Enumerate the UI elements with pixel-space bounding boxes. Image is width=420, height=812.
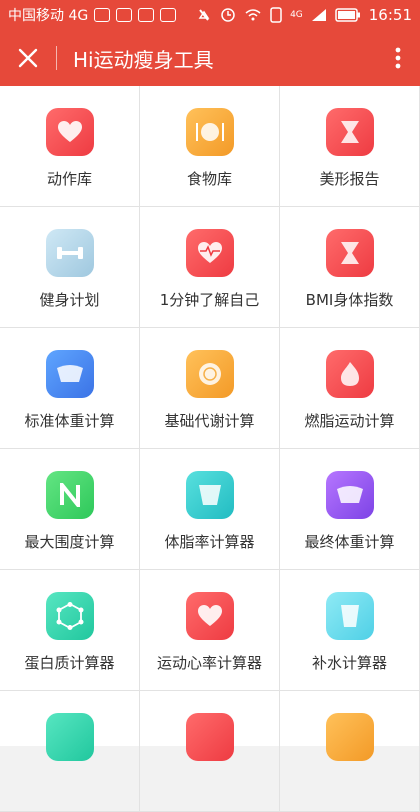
- tool-partial[interactable]: [0, 691, 140, 812]
- wifi-icon: [245, 9, 261, 21]
- tool-hydration[interactable]: 补水计算器: [280, 570, 420, 691]
- water-glass-icon: [325, 592, 374, 640]
- hourglass-icon: [325, 229, 374, 277]
- more-options-button[interactable]: [376, 30, 420, 86]
- tool-label: 1分钟了解自己: [159, 291, 260, 309]
- tool-label: 标准体重计算: [24, 412, 115, 430]
- sim-icon: [270, 7, 282, 23]
- tool-label: 补水计算器: [311, 654, 387, 672]
- tool-label: 运动心率计算器: [156, 654, 262, 672]
- tool-label: 蛋白质计算器: [24, 654, 115, 672]
- app-bar-divider: [56, 46, 57, 70]
- tool-basal-metabolism[interactable]: 基础代谢计算: [140, 328, 280, 449]
- tool-fat-burn-exercise[interactable]: 燃脂运动计算: [280, 328, 420, 449]
- tool-partial[interactable]: [140, 691, 280, 812]
- tool-label: 食物库: [186, 170, 232, 188]
- tool-label: 健身计划: [39, 291, 100, 309]
- partial-icon: [45, 713, 94, 761]
- n-icon: [45, 471, 94, 519]
- lemon-icon: [185, 350, 234, 398]
- tool-standard-weight[interactable]: 标准体重计算: [0, 328, 140, 449]
- tools-grid: 动作库 食物库 美形报告 健身计划 1分钟了解自己 BMI身体指数 标准体重计算…: [0, 86, 420, 812]
- tool-body-fat[interactable]: 体脂率计算器: [140, 449, 280, 570]
- close-icon: [18, 48, 38, 68]
- photo-icon: [138, 8, 155, 22]
- mute-icon: [198, 9, 210, 21]
- app-bar: Hi运动瘦身工具: [0, 30, 420, 86]
- clock: 16:51: [368, 6, 412, 24]
- tool-exercise-heart-rate[interactable]: 运动心率计算器: [140, 570, 280, 691]
- image-icon: [94, 8, 111, 22]
- tool-food-library[interactable]: 食物库: [140, 86, 280, 207]
- tool-label: 美形报告: [319, 170, 380, 188]
- tool-know-yourself[interactable]: 1分钟了解自己: [140, 207, 280, 328]
- tool-protein[interactable]: 蛋白质计算器: [0, 570, 140, 691]
- close-button[interactable]: [0, 30, 56, 86]
- scale-icon: [45, 350, 94, 398]
- tool-bmi[interactable]: BMI身体指数: [280, 207, 420, 328]
- message-icon: [116, 8, 133, 22]
- signal-icon: [311, 9, 326, 21]
- flame-icon: [325, 350, 374, 398]
- tool-final-weight[interactable]: 最终体重计算: [280, 449, 420, 570]
- plate-icon: [185, 108, 234, 156]
- hourglass-icon: [325, 108, 374, 156]
- alarm-icon: [221, 8, 235, 22]
- tool-shape-report[interactable]: 美形报告: [280, 86, 420, 207]
- molecule-icon: [45, 592, 94, 640]
- signal-label: 4G: [290, 10, 303, 20]
- tool-partial[interactable]: [280, 691, 420, 812]
- tool-max-girth[interactable]: 最大围度计算: [0, 449, 140, 570]
- notification-icon: [160, 8, 177, 22]
- tool-label: 动作库: [46, 170, 92, 188]
- battery-icon: [335, 8, 360, 22]
- heart-rate-icon: [185, 592, 234, 640]
- heart-monitor-icon: [185, 229, 234, 277]
- tool-label: 燃脂运动计算: [304, 412, 395, 430]
- tool-label: 基础代谢计算: [164, 412, 255, 430]
- tool-label: BMI身体指数: [305, 291, 394, 309]
- body-fat-icon: [185, 471, 234, 519]
- tool-action-library[interactable]: 动作库: [0, 86, 140, 207]
- partial-icon: [185, 713, 234, 761]
- carrier-label: 中国移动 4G: [8, 8, 89, 24]
- page-title: Hi运动瘦身工具: [73, 47, 214, 72]
- tool-label: 最终体重计算: [304, 533, 395, 551]
- partial-icon: [325, 713, 374, 761]
- dumbbell-icon: [45, 229, 94, 277]
- tool-fitness-plan[interactable]: 健身计划: [0, 207, 140, 328]
- scale-icon: [325, 471, 374, 519]
- tool-label: 最大围度计算: [24, 533, 115, 551]
- tool-label: 体脂率计算器: [164, 533, 255, 551]
- more-vertical-icon: [395, 47, 401, 69]
- heart-icon: [45, 108, 94, 156]
- status-bar: 中国移动 4G 4G 16:51: [0, 0, 420, 30]
